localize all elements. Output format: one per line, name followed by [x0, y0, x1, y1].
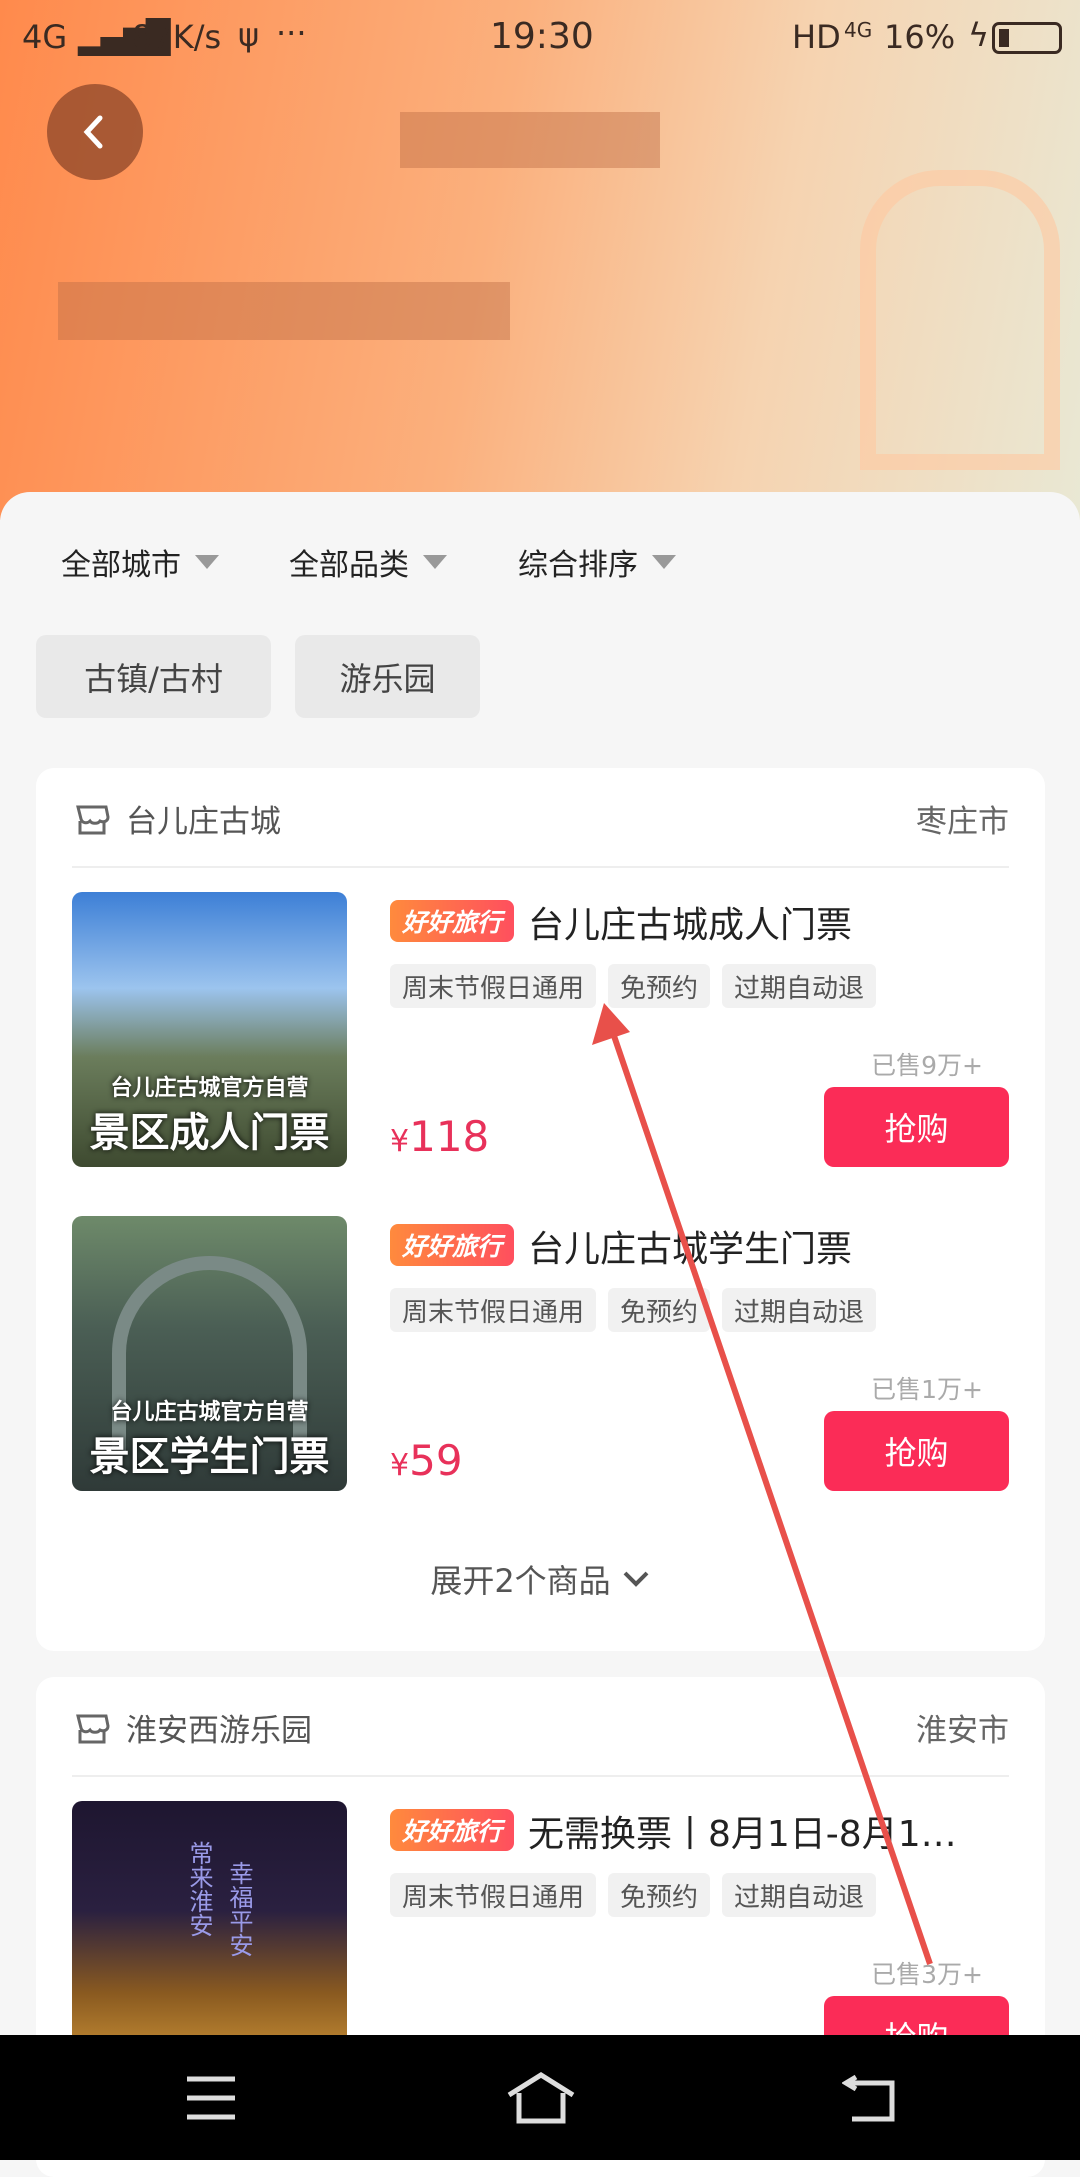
menu-icon[interactable]: [185, 2075, 237, 2121]
blurred-subtitle: [58, 282, 510, 340]
price: ¥59: [390, 1436, 463, 1485]
chevron-left-icon: [83, 115, 103, 149]
network-type: 4G: [22, 18, 68, 56]
tag-list: 周末节假日通用 免预约 过期自动退: [390, 1873, 877, 1917]
divider: [72, 1775, 1009, 1777]
hd-indicator: HD: [792, 18, 841, 56]
expand-label: 展开2个商品: [430, 1562, 611, 1600]
store-icon: [76, 1714, 110, 1743]
product-image[interactable]: 台儿庄古城官方自营 景区成人门票: [72, 892, 347, 1167]
caret-down-icon: [423, 555, 447, 569]
filter-category[interactable]: 全部品类: [289, 540, 447, 584]
currency: ¥: [390, 1448, 410, 1483]
tag: 免预约: [608, 1873, 711, 1917]
store-icon: [76, 805, 110, 834]
net-speed: 87K/s: [132, 18, 222, 56]
tag: 免预约: [608, 1288, 711, 1332]
navigation-bar: [0, 2035, 1080, 2160]
price-value: 59: [409, 1436, 463, 1485]
usb-icon: ψ: [238, 16, 260, 54]
store-city: 淮安市: [916, 1713, 1009, 1749]
sold-count: 已售1万+: [871, 1375, 983, 1404]
brand-badge: 好好旅行: [390, 1224, 514, 1266]
sold-count: 已售9万+: [871, 1051, 983, 1080]
battery-icon: [992, 22, 1062, 54]
brand-badge: 好好旅行: [390, 900, 514, 942]
brand-badge: 好好旅行: [390, 1809, 514, 1851]
product-title[interactable]: 台儿庄古城学生门票: [528, 1220, 1028, 1272]
filter-label: 全部城市: [61, 548, 181, 583]
price-value: 118: [409, 1112, 490, 1161]
divider: [72, 866, 1009, 868]
chip-amusement-park[interactable]: 游乐园: [295, 635, 480, 718]
chevron-down-icon: [623, 1571, 649, 1587]
tag: 周末节假日通用: [390, 1288, 597, 1332]
decor-graphic: [860, 170, 1060, 470]
product-title[interactable]: 无需换票丨8月1日-8月1…: [528, 1805, 1028, 1857]
caret-down-icon: [195, 555, 219, 569]
sold-count: 已售3万+: [871, 1960, 983, 1989]
image-caption: 景区学生门票: [89, 1434, 330, 1480]
tag: 过期自动退: [722, 964, 877, 1008]
status-bar: 4G ▂▄▆█ 87K/s ψ ··· 19:30 HD 4G 16% ϟ: [0, 0, 1080, 75]
filter-sort[interactable]: 综合排序: [518, 540, 676, 584]
image-caption: 景区成人门票: [89, 1110, 330, 1156]
buy-button[interactable]: 抢购: [824, 1411, 1009, 1491]
back-button[interactable]: [47, 84, 143, 180]
store-name[interactable]: 台儿庄古城: [72, 796, 281, 841]
currency: ¥: [390, 1124, 410, 1159]
home-icon[interactable]: [505, 2071, 577, 2125]
store-label: 淮安西游乐园: [126, 1713, 312, 1749]
filter-label: 全部品类: [289, 548, 409, 583]
image-caption: 台儿庄古城官方自营: [110, 1400, 309, 1425]
tag: 过期自动退: [722, 1288, 877, 1332]
filter-city[interactable]: 全部城市: [61, 540, 219, 584]
image-caption: 常来淮安: [185, 1841, 213, 1937]
more-icon: ···: [276, 14, 307, 52]
tag: 周末节假日通用: [390, 964, 597, 1008]
caret-down-icon: [652, 555, 676, 569]
store-city: 枣庄市: [916, 804, 1009, 840]
back-nav-icon[interactable]: [842, 2073, 896, 2123]
store-label: 台儿庄古城: [126, 804, 281, 840]
lte-icon: 4G: [844, 18, 873, 42]
filter-label: 综合排序: [518, 548, 638, 583]
store-name[interactable]: 淮安西游乐园: [72, 1705, 312, 1750]
product-title[interactable]: 台儿庄古城成人门票: [528, 896, 1028, 948]
buy-button[interactable]: 抢购: [824, 1087, 1009, 1167]
price: ¥118: [390, 1112, 489, 1161]
charging-icon: ϟ: [968, 16, 990, 54]
store-card: 台儿庄古城 枣庄市 台儿庄古城官方自营 景区成人门票 好好旅行 台儿庄古城成人门…: [36, 768, 1045, 1651]
product-image[interactable]: 台儿庄古城官方自营 景区学生门票: [72, 1216, 347, 1491]
tag-list: 周末节假日通用 免预约 过期自动退: [390, 1288, 877, 1332]
chip-ancient-town[interactable]: 古镇/古村: [36, 635, 271, 718]
tag: 免预约: [608, 964, 711, 1008]
image-caption: 幸福平安: [225, 1861, 253, 1957]
tag: 过期自动退: [722, 1873, 877, 1917]
header-banner: [0, 0, 1080, 520]
image-caption: 台儿庄古城官方自营: [110, 1076, 309, 1101]
blurred-title: [400, 112, 660, 168]
battery-percent: 16%: [884, 18, 956, 56]
tag-list: 周末节假日通用 免预约 过期自动退: [390, 964, 877, 1008]
clock: 19:30: [490, 16, 594, 57]
expand-button[interactable]: 展开2个商品: [36, 1556, 1045, 1602]
tag: 周末节假日通用: [390, 1873, 597, 1917]
